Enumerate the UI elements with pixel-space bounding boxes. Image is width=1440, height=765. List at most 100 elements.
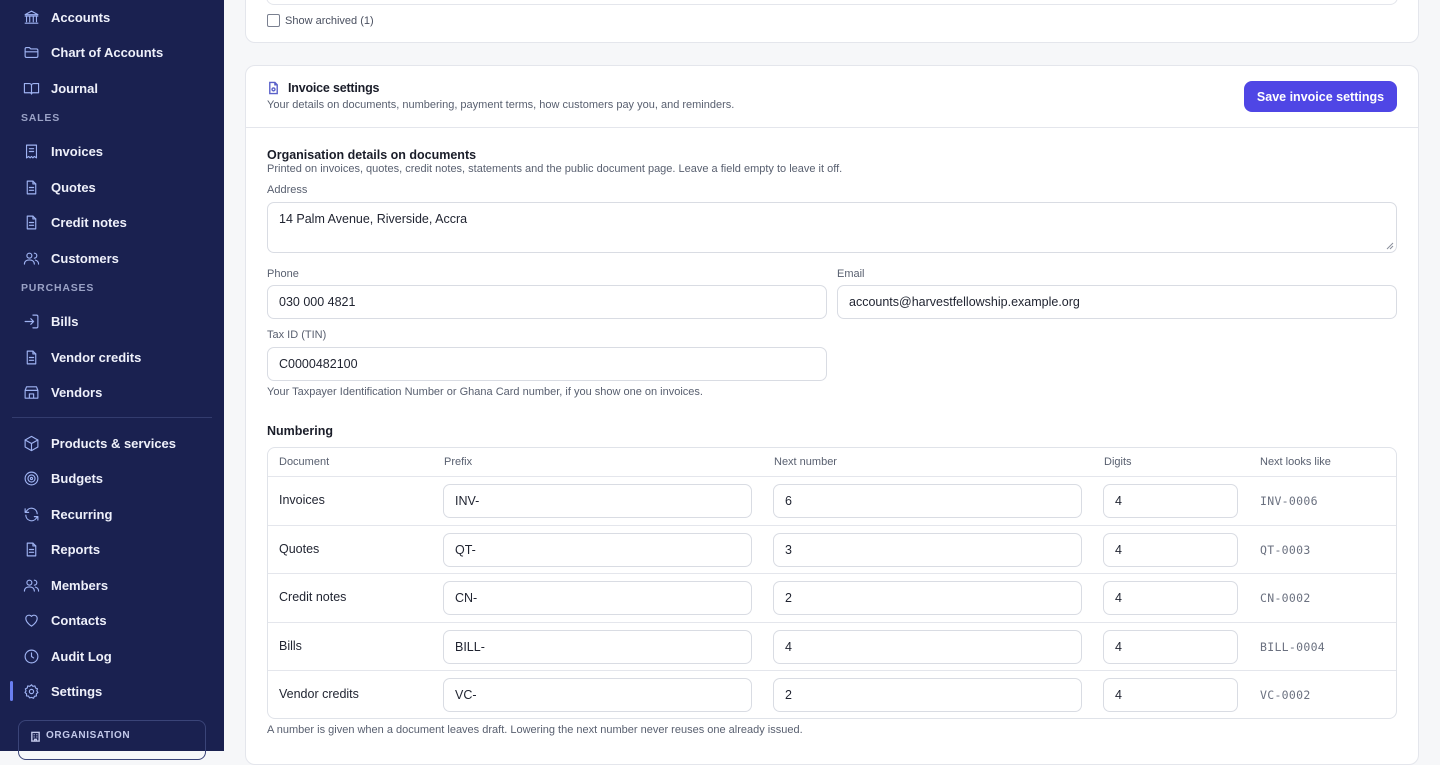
sidebar-item-label: Contacts <box>51 612 107 628</box>
users-icon <box>22 576 40 594</box>
sidebar-item-reports[interactable]: Reports <box>12 534 212 564</box>
numbering-heading: Numbering <box>267 424 333 438</box>
book-icon <box>22 79 40 97</box>
next-preview: INV-0006 <box>1260 494 1318 508</box>
sidebar-item-budgets[interactable]: Budgets <box>12 463 212 493</box>
save-invoice-settings-button[interactable]: Save invoice settings <box>1244 81 1397 112</box>
digits-input[interactable]: 4 <box>1103 678 1238 712</box>
next-number-input[interactable]: 2 <box>773 581 1082 615</box>
prefix-value: CN- <box>455 591 478 605</box>
sidebar-item-label: Journal <box>51 80 98 96</box>
sidebar-item-label: Recurring <box>51 506 113 522</box>
next-number-input[interactable]: 4 <box>773 629 1082 664</box>
folder-icon <box>22 43 40 61</box>
card-header-divider <box>246 127 1418 128</box>
row-document: Invoices <box>279 493 325 507</box>
sidebar-item-invoices[interactable]: Invoices <box>12 136 212 166</box>
sidebar-item-credit-notes[interactable]: Credit notes <box>12 207 212 237</box>
sidebar: Accounts Chart of Accounts Journal SALES… <box>0 0 224 760</box>
document-icon <box>22 178 40 196</box>
sidebar-item-vendors[interactable]: Vendors <box>12 377 212 407</box>
next-number-input[interactable]: 6 <box>773 484 1082 518</box>
sidebar-item-recurring[interactable]: Recurring <box>12 499 212 529</box>
sidebar-item-customers[interactable]: Customers <box>12 243 212 273</box>
prefix-input[interactable]: INV- <box>443 484 752 518</box>
sidebar-item-journal[interactable]: Journal <box>12 73 212 103</box>
phone-field[interactable]: 030 000 4821 <box>267 285 827 319</box>
sidebar-item-label: Members <box>51 577 109 593</box>
digits-input[interactable]: 4 <box>1103 581 1238 615</box>
org-details-heading: Organisation details on documents <box>267 148 477 162</box>
column-header-digits: Digits <box>1104 456 1132 468</box>
column-header-prefix: Prefix <box>444 456 473 468</box>
bank-icon <box>22 8 40 26</box>
email-field[interactable]: accounts@harvestfellowship.example.org <box>837 285 1397 319</box>
sidebar-item-label: Quotes <box>51 179 96 195</box>
show-archived-label: Show archived (1) <box>285 14 374 27</box>
sidebar-item-label: Invoices <box>51 143 104 159</box>
organisation-switcher[interactable]: ORGANISATION <box>18 720 206 760</box>
show-archived-toggle[interactable]: Show archived (1) <box>267 14 374 27</box>
next-number-value: 2 <box>785 591 792 605</box>
sidebar-item-label: Customers <box>51 250 119 266</box>
invoice-settings-title-text: Invoice settings <box>288 81 380 95</box>
sidebar-item-products-services[interactable]: Products & services <box>12 428 212 458</box>
tax-id-help: Your Taxpayer Identification Number or G… <box>267 386 703 398</box>
digits-input[interactable]: 4 <box>1103 629 1238 664</box>
sidebar-item-label: Audit Log <box>51 648 112 664</box>
invoice-settings-title: Invoice settings <box>267 81 379 95</box>
show-archived-checkbox[interactable] <box>267 14 280 27</box>
digits-input[interactable]: 4 <box>1103 532 1238 567</box>
sidebar-item-chart-of-accounts[interactable]: Chart of Accounts <box>12 37 212 67</box>
next-number-input[interactable]: 2 <box>773 678 1082 712</box>
target-icon <box>22 469 40 487</box>
document-icon <box>22 213 40 231</box>
box-icon <box>22 434 40 452</box>
table-row: Quotes QT- 3 4 QT-0003 <box>268 524 1396 574</box>
digits-input[interactable]: 4 <box>1103 484 1238 518</box>
login-icon <box>22 312 40 330</box>
next-number-value: 3 <box>785 542 792 557</box>
section-label-purchases: PURCHASES <box>21 282 95 294</box>
column-header-document: Document <box>279 456 330 468</box>
sidebar-item-settings[interactable]: Settings <box>10 676 212 706</box>
address-textarea[interactable]: 14 Palm Avenue, Riverside, Accra <box>267 202 1397 253</box>
clock-icon <box>22 647 40 665</box>
next-preview: BILL-0004 <box>1260 639 1326 654</box>
sidebar-item-audit-log[interactable]: Audit Log <box>12 641 212 671</box>
table-row: Invoices INV- 6 4 INV-0006 <box>268 476 1396 525</box>
sidebar-item-bills[interactable]: Bills <box>12 306 212 336</box>
next-number-value: 4 <box>785 639 792 654</box>
prefix-value: INV- <box>455 494 480 508</box>
sidebar-item-label: Bills <box>51 313 79 329</box>
prefix-value: QT- <box>455 542 476 557</box>
prefix-input[interactable]: BILL- <box>443 629 752 664</box>
receipt-icon <box>22 142 40 160</box>
section-label-sales: SALES <box>21 112 61 124</box>
prefix-value: VC- <box>455 688 477 702</box>
sidebar-item-quotes[interactable]: Quotes <box>12 172 212 202</box>
sidebar-item-accounts[interactable]: Accounts <box>12 2 212 32</box>
digits-value: 4 <box>1115 639 1122 654</box>
tax-id-value: C0000482100 <box>279 357 358 371</box>
digits-value: 4 <box>1115 494 1122 508</box>
resize-grip-icon[interactable] <box>1386 242 1394 250</box>
digits-value: 4 <box>1115 688 1122 702</box>
sidebar-item-label: Vendors <box>51 384 103 400</box>
tax-id-label: Tax ID (TIN) <box>267 329 327 341</box>
row-document: Vendor credits <box>279 687 359 701</box>
sidebar-item-label: Products & services <box>51 435 177 451</box>
sidebar-item-members[interactable]: Members <box>12 570 212 600</box>
accounts-card <box>245 0 1419 43</box>
sidebar-divider <box>12 417 212 418</box>
sidebar-item-vendor-credits[interactable]: Vendor credits <box>12 342 212 372</box>
prefix-input[interactable]: CN- <box>443 581 752 615</box>
store-icon <box>22 383 40 401</box>
prefix-input[interactable]: VC- <box>443 678 752 712</box>
prefix-input[interactable]: QT- <box>443 532 752 567</box>
next-number-input[interactable]: 3 <box>773 532 1082 567</box>
next-number-value: 2 <box>785 688 792 702</box>
row-document: Credit notes <box>279 590 347 604</box>
sidebar-item-contacts[interactable]: Contacts <box>12 605 212 635</box>
tax-id-field[interactable]: C0000482100 <box>267 347 827 381</box>
